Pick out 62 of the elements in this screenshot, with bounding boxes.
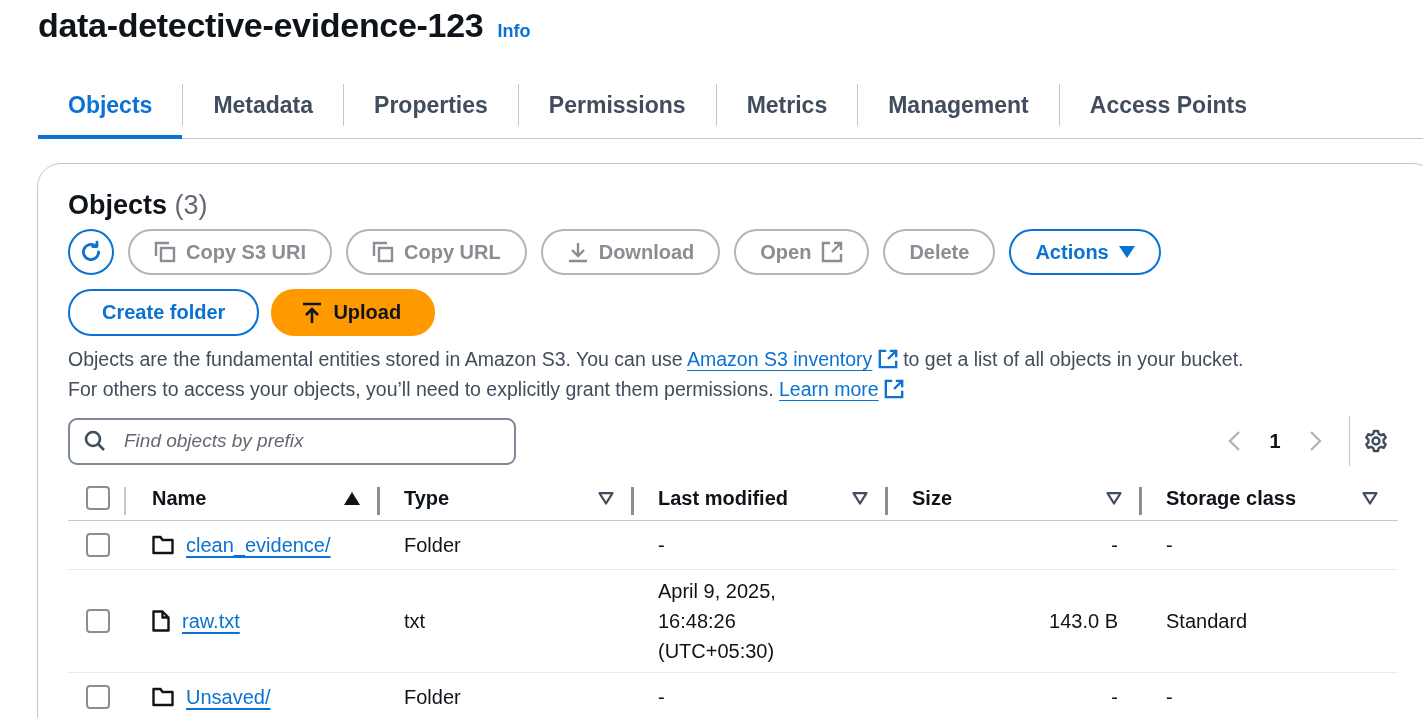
info-link[interactable]: Info	[497, 21, 531, 42]
description-text: For others to access your objects, you’ll need to explicitly grant them permissions. Learn more	[68, 374, 1423, 404]
tab[interactable]: Access Points	[1059, 72, 1278, 139]
object-name-link[interactable]: clean_evidence/	[186, 533, 331, 557]
last-modified-cell-text: -	[658, 685, 665, 710]
external-link-icon	[877, 349, 898, 369]
type-cell: Folder	[404, 533, 461, 557]
sort-icon[interactable]	[1362, 491, 1378, 505]
tab[interactable]: Management	[858, 72, 1059, 139]
external-link-icon	[884, 379, 905, 399]
description-text: Objects are the fundamental entities stored in Amazon S3. You can use Amazon S3 inventory to get a list of all objects in your bucket.	[68, 347, 1245, 372]
storage-class-cell: Standard	[1166, 609, 1248, 633]
actions-dropdown[interactable]: Actions	[1009, 229, 1161, 275]
create-folder-button[interactable]: Create folder	[68, 289, 260, 336]
select-all-checkbox[interactable]	[86, 486, 110, 510]
tab[interactable]: Properties	[344, 72, 518, 139]
object-name-link[interactable]: Unsaved/	[186, 685, 271, 709]
upload-icon	[301, 301, 324, 324]
storage-class-cell: -	[1166, 533, 1173, 557]
column-header[interactable]: Name	[152, 486, 207, 510]
copy-icon	[154, 241, 176, 263]
settings-icon[interactable]	[1364, 429, 1388, 453]
row-checkbox[interactable]	[86, 533, 110, 557]
search-field[interactable]: Find objects by prefix	[68, 417, 516, 465]
refresh-button[interactable]	[68, 229, 114, 275]
caret-icon	[1118, 246, 1135, 258]
type-cell: Folder	[404, 685, 461, 709]
type-cell: txt	[404, 609, 426, 633]
upload-button[interactable]: Upload	[271, 289, 436, 336]
file-icon	[152, 610, 170, 632]
object-name-link[interactable]: raw.txt	[182, 609, 240, 633]
size-cell: -	[1111, 685, 1118, 709]
tab[interactable]: Metadata	[183, 72, 344, 139]
sort-icon[interactable]	[1106, 491, 1122, 505]
sort-icon[interactable]	[852, 491, 868, 505]
column-header[interactable]: Size	[912, 486, 953, 510]
download-icon	[566, 241, 589, 263]
sort-icon[interactable]	[598, 491, 614, 505]
column-header[interactable]: Last modified	[658, 486, 788, 510]
folder-icon	[152, 687, 174, 707]
page-number[interactable]: 1	[1269, 429, 1281, 453]
tab[interactable]: Permissions	[518, 72, 716, 139]
external-link-icon	[821, 241, 844, 263]
size-cell: 143.0 B	[1049, 609, 1118, 633]
column-header[interactable]: Storage class	[1166, 486, 1297, 510]
bucket-title: data-detective-evidence-123	[38, 6, 484, 45]
copy-icon	[372, 241, 395, 263]
tab[interactable]: Metrics	[716, 72, 858, 139]
external-link[interactable]: Amazon S3 inventory	[687, 348, 873, 370]
sort-ascending-icon[interactable]	[344, 491, 360, 505]
row-checkbox[interactable]	[86, 609, 110, 633]
row-checkbox[interactable]	[86, 685, 110, 709]
external-link[interactable]: Learn more	[779, 378, 879, 400]
column-header[interactable]: Type	[404, 486, 450, 510]
size-cell: -	[1111, 533, 1118, 557]
panel-heading: Objects (3)	[68, 190, 209, 221]
storage-class-cell: -	[1166, 685, 1173, 709]
last-modified-cell-text: -	[658, 533, 665, 558]
folder-icon	[152, 535, 174, 555]
last-modified-cell-text: April 9, 2025, 16:48:26 (UTC+05:30)	[658, 579, 776, 664]
search-icon	[84, 429, 106, 452]
tab[interactable]: Objects	[38, 72, 183, 139]
